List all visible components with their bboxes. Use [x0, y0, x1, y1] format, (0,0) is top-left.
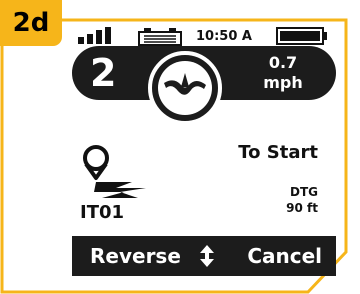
dtg-label: DTG [290, 185, 318, 199]
gear-indicator: 2 [90, 51, 117, 95]
route-waypoint-icon [83, 145, 146, 198]
speed-unit: mph [263, 73, 303, 92]
dtg-value: 90 ft [286, 201, 318, 215]
up-down-arrow-icon [200, 245, 214, 267]
autopilot-mode-button[interactable] [148, 51, 222, 125]
autopilot-route-icon [158, 61, 212, 115]
softkey-bar: Reverse Cancel [72, 236, 336, 276]
signal-bars-icon [78, 27, 116, 44]
route-name: IT01 [80, 202, 125, 223]
status-bar: 10:50 A [0, 16, 360, 46]
destination-title: To Start [238, 142, 318, 163]
battery-icon [276, 27, 327, 45]
battery-12v-icon [138, 28, 182, 46]
speed-value: 0.7 [268, 53, 298, 72]
reverse-button[interactable]: Reverse [90, 236, 181, 276]
speed-readout: 0.7 mph [248, 53, 318, 93]
clock: 10:50 A [196, 29, 252, 44]
cancel-button[interactable]: Cancel [247, 236, 322, 276]
